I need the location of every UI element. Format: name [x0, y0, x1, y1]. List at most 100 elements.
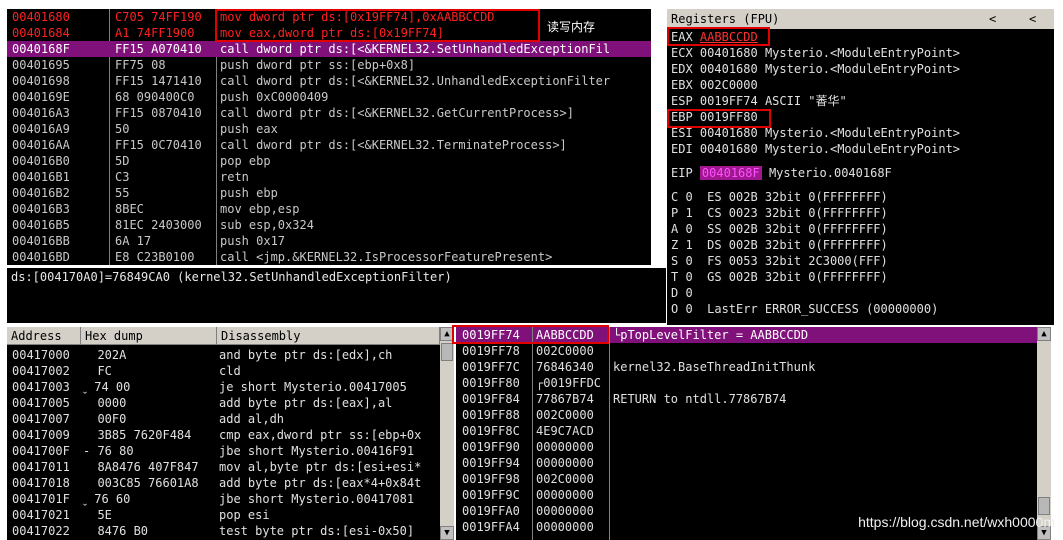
register-name: EBX	[671, 78, 693, 92]
stack-value: ┌0019FFDC	[536, 376, 602, 390]
stack-pane[interactable]: 0019FF74 AABBCCDD └pTopLevelFilter = AABBC…	[456, 327, 1051, 540]
dump-row[interactable]: 00417005 0000 add byte ptr ds:[eax],al	[7, 395, 454, 411]
column-header-address[interactable]: Address	[7, 327, 81, 345]
register-ebp[interactable]: EBP 0019FF80	[671, 109, 1054, 125]
dump-disassembly: and byte ptr ds:[edx],ch	[219, 348, 393, 362]
stack-row[interactable]: 0019FF88 002C0000	[456, 407, 1051, 423]
disasm-row[interactable]: 004016A9 50 push eax	[7, 121, 651, 137]
column-header-hex[interactable]: Hex dump	[81, 327, 217, 345]
disasm-instruction: retn	[220, 170, 249, 184]
column-header-disassembly[interactable]: Disassembly	[217, 327, 440, 345]
cpu-disassembly-pane[interactable]: 00401680 C705 74FF190 mov dword ptr ds:[0x…	[7, 9, 651, 265]
dump-row[interactable]: 00417022 8476 B0 test byte ptr ds:[esi-0x…	[7, 523, 454, 539]
stack-row[interactable]: 0019FF8C 4E9C7ACD	[456, 423, 1051, 439]
scroll-up-button[interactable]: ▲	[440, 327, 454, 341]
dump-hex: 0000	[83, 396, 127, 410]
register-value: 0019FF74	[699, 94, 758, 108]
stack-row[interactable]: 0019FF74 AABBCCDD └pTopLevelFilter = AABBC…	[456, 327, 1051, 343]
dump-disassembly: jbe short Mysterio.00416F91	[219, 444, 415, 458]
info-line: ds:[004170A0]=76849CA0 (kernel32.SetUnha…	[11, 270, 452, 284]
flag-segment-line[interactable]: O 0 LastErr ERROR_SUCCESS (00000000)	[671, 301, 1054, 317]
register-comment: Mysterio.<ModuleEntryPoint>	[764, 62, 961, 76]
disasm-row[interactable]: 004016B0 5D pop ebp	[7, 153, 651, 169]
hex-dump-pane[interactable]: Address Hex dump Disassembly 00417000 20…	[7, 327, 454, 540]
dump-row[interactable]: 00417000 202A and byte ptr ds:[edx],ch	[7, 347, 454, 363]
stack-scrollbar[interactable]: ▲ ▼	[1037, 327, 1051, 540]
scroll-thumb[interactable]	[1038, 497, 1050, 515]
register-ecx[interactable]: ECX 00401680 Mysterio.<ModuleEntryPoint>	[671, 45, 1054, 61]
dump-row[interactable]: 00417007 00F0 add al,dh	[7, 411, 454, 427]
dump-row[interactable]: 00417009 3B85 7620F484 cmp eax,dword ptr …	[7, 427, 454, 443]
disasm-row[interactable]: 004016B2 55 push ebp	[7, 185, 651, 201]
flag-segment-line[interactable]: C 0 ES 002B 32bit 0(FFFFFFFF)	[671, 189, 1054, 205]
stack-address: 0019FF88	[462, 408, 520, 422]
registers-nav-left-button[interactable]: <	[989, 9, 996, 29]
disasm-address: 0040169E	[12, 90, 70, 104]
dump-row[interactable]: 00417002 FC cld	[7, 363, 454, 379]
scroll-thumb[interactable]	[441, 343, 453, 361]
disasm-row[interactable]: 0040168F FF15 A070410 call dword ptr ds:[<…	[7, 41, 651, 57]
stack-address: 0019FFA4	[462, 520, 520, 534]
flag-segment-line[interactable]: Z 1 DS 002B 32bit 0(FFFFFFFF)	[671, 237, 1054, 253]
register-eip[interactable]: EIP 0040168F Mysterio.0040168F	[671, 165, 1054, 181]
registers-nav-right-button[interactable]: <	[1029, 9, 1036, 29]
disasm-address: 004016BD	[12, 250, 70, 264]
register-edx[interactable]: EDX 00401680 Mysterio.<ModuleEntryPoint>	[671, 61, 1054, 77]
disasm-row[interactable]: 004016BB 6A 17 push 0x17	[7, 233, 651, 249]
disasm-row[interactable]: 00401698 FF15 1471410 call dword ptr ds:[<…	[7, 73, 651, 89]
disasm-row[interactable]: 004016AA FF15 0C70410 call dword ptr ds:[<…	[7, 137, 651, 153]
dump-row[interactable]: 00417011 8A8476 407F847 mov al,byte ptr d…	[7, 459, 454, 475]
register-value: 002C0000	[699, 78, 758, 92]
dump-row[interactable]: 00417018 003C85 76601A8 add byte ptr ds:[…	[7, 475, 454, 491]
stack-row[interactable]: 0019FF98 002C0000	[456, 471, 1051, 487]
flag-segment-line[interactable]: A 0 SS 002B 32bit 0(FFFFFFFF)	[671, 221, 1054, 237]
scroll-down-button[interactable]: ▼	[440, 526, 454, 540]
dump-hex: FC	[83, 364, 112, 378]
dump-hex: ˬ 74 00	[83, 380, 131, 394]
registers-pane[interactable]: Registers (FPU) < < EAX AABBCCDD ECX 004…	[667, 9, 1054, 325]
flag-segment-line[interactable]: T 0 GS 002B 32bit 0(FFFFFFFF)	[671, 269, 1054, 285]
dump-row[interactable]: 0041700F - 76 80 jbe short Mysterio.00416F…	[7, 443, 454, 459]
dump-row[interactable]: 0041701F ˬ 76 60 jbe short Mysterio.004170…	[7, 491, 454, 507]
stack-comment: kernel32.BaseThreadInitThunk	[613, 360, 816, 374]
register-esp[interactable]: ESP 0019FF74 ASCII "萫华"	[671, 93, 1054, 109]
register-esi[interactable]: ESI 00401680 Mysterio.<ModuleEntryPoint>	[671, 125, 1054, 141]
stack-row[interactable]: 0019FF80 ┌0019FFDC	[456, 375, 1051, 391]
stack-row[interactable]: 0019FF84 77867B74 RETURN to ntdll.77867B74	[456, 391, 1051, 407]
dump-address: 00417018	[12, 476, 70, 490]
disasm-row[interactable]: 004016BD E8 C23B0100 call <jmp.&KERNEL32.I…	[7, 249, 651, 265]
stack-value: 00000000	[536, 488, 594, 502]
stack-row[interactable]: 0019FF94 00000000	[456, 455, 1051, 471]
stack-row[interactable]: 0019FF7C 76846340 kernel32.BaseThreadInitT…	[456, 359, 1051, 375]
stack-value: 00000000	[536, 456, 594, 470]
stack-value: 002C0000	[536, 472, 594, 486]
scroll-up-button[interactable]: ▲	[1037, 327, 1051, 341]
dump-address: 00417009	[12, 428, 70, 442]
disasm-row[interactable]: 004016B1 C3 retn	[7, 169, 651, 185]
stack-row[interactable]: 0019FF9C 00000000	[456, 487, 1051, 503]
disasm-row[interactable]: 00401695 FF75 08 push dword ptr ss:[ebp+0x…	[7, 57, 651, 73]
register-ebx[interactable]: EBX 002C0000	[671, 77, 1054, 93]
register-comment: Mysterio.<ModuleEntryPoint>	[764, 126, 961, 140]
register-eax[interactable]: EAX AABBCCDD	[671, 29, 1054, 45]
disasm-row[interactable]: 004016A3 FF15 0870410 call dword ptr ds:[<…	[7, 105, 651, 121]
disasm-row[interactable]: 0040169E 68 090400C0 push 0xC0000409	[7, 89, 651, 105]
disasm-hex: 55	[115, 186, 130, 200]
flag-segment-line[interactable]: D 0	[671, 285, 1054, 301]
dump-disassembly: cld	[219, 364, 241, 378]
stack-row[interactable]: 0019FF78 002C0000	[456, 343, 1051, 359]
flag-segment-line[interactable]: P 1 CS 0023 32bit 0(FFFFFFFF)	[671, 205, 1054, 221]
dump-row[interactable]: 00417021 5E pop esi	[7, 507, 454, 523]
flag-segment-line[interactable]: S 0 FS 0053 32bit 2C3000(FFF)	[671, 253, 1054, 269]
register-edi[interactable]: EDI 00401680 Mysterio.<ModuleEntryPoint>	[671, 141, 1054, 157]
dump-scrollbar[interactable]: ▲ ▼	[440, 327, 454, 540]
stack-row[interactable]: 0019FF90 00000000	[456, 439, 1051, 455]
disasm-row[interactable]: 004016B3 8BEC mov ebp,esp	[7, 201, 651, 217]
stack-address: 0019FF84	[462, 392, 520, 406]
disasm-hex: C705 74FF190	[115, 10, 202, 24]
disasm-hex: FF15 0C70410	[115, 138, 202, 152]
disasm-instruction: sub esp,0x324	[220, 218, 314, 232]
stack-address: 0019FF9C	[462, 488, 520, 502]
disasm-row[interactable]: 004016B5 81EC 2403000 sub esp,0x324	[7, 217, 651, 233]
dump-row[interactable]: 00417003 ˬ 74 00 je short Mysterio.0041700…	[7, 379, 454, 395]
